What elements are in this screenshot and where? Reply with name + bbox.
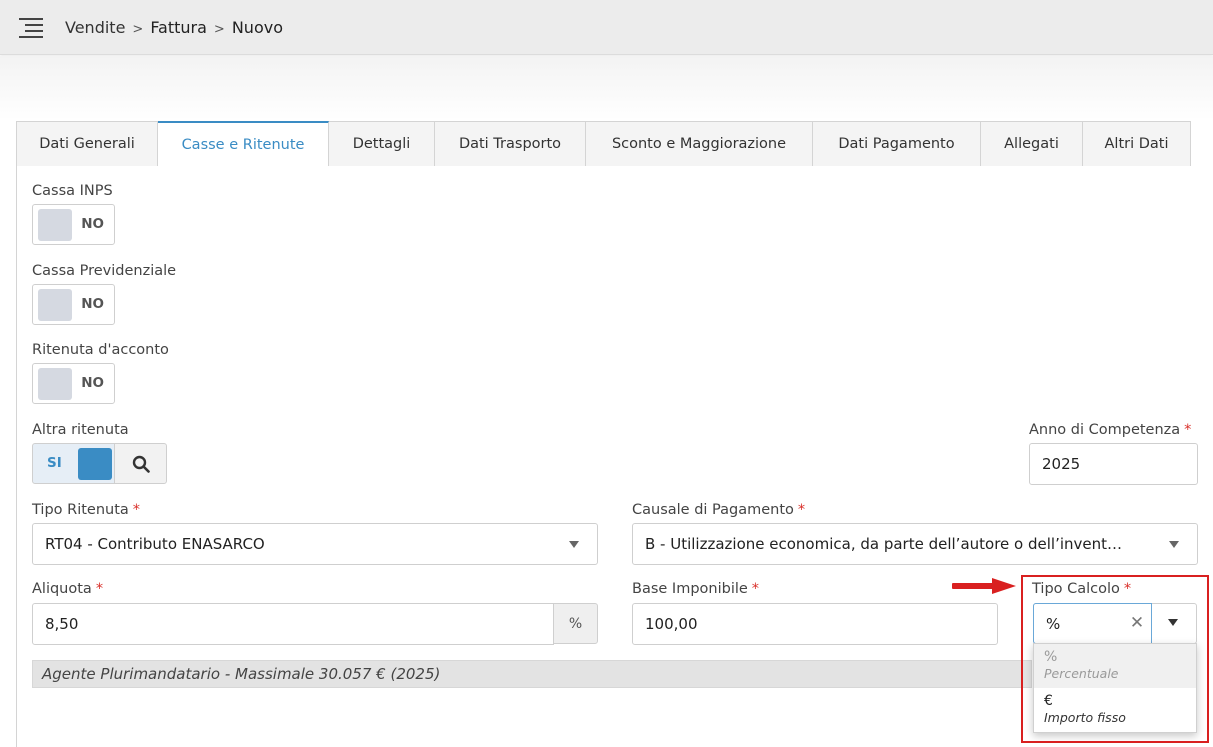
ritenuta-acconto-toggle[interactable]: NO: [32, 363, 115, 404]
toggle-knob: [78, 448, 112, 480]
aliquota-input[interactable]: 8,50: [32, 603, 554, 645]
highlight-box-annotation: [1021, 575, 1209, 743]
tab-dati-generali[interactable]: Dati Generali: [16, 121, 158, 167]
tab-casse-e-ritenute[interactable]: Casse e Ritenute: [158, 121, 329, 167]
required-marker: *: [751, 581, 760, 597]
causale-pagamento-select[interactable]: B - Utilizzazione economica, da parte de…: [632, 523, 1198, 565]
required-marker: *: [1184, 422, 1192, 438]
required-marker: *: [797, 502, 806, 518]
breadcrumb: Vendite > Fattura > Nuovo: [65, 18, 283, 37]
toggle-state: NO: [81, 216, 104, 232]
hamburger-menu-icon[interactable]: [17, 17, 43, 39]
altra-ritenuta-label: Altra ritenuta: [32, 422, 129, 438]
altra-ritenuta-search-button[interactable]: [114, 443, 167, 484]
percent-addon: %: [553, 603, 598, 644]
tipo-ritenuta-label-text: Tipo Ritenuta: [32, 502, 129, 518]
tab-dati-pagamento[interactable]: Dati Pagamento: [813, 121, 981, 167]
toggle-knob: [38, 209, 72, 241]
base-imponibile-label: Base Imponibile *: [632, 581, 759, 597]
tipo-ritenuta-select[interactable]: RT04 - Contributo ENASARCO: [32, 523, 598, 565]
toggle-knob: [38, 368, 72, 400]
tipo-ritenuta-label: Tipo Ritenuta *: [32, 502, 140, 518]
cassa-previdenziale-label: Cassa Previdenziale: [32, 263, 177, 279]
top-bar: Vendite > Fattura > Nuovo: [0, 0, 1213, 55]
tab-sconto-e-maggiorazione[interactable]: Sconto e Maggiorazione: [586, 121, 813, 167]
anno-competenza-input[interactable]: 2025: [1029, 443, 1198, 485]
toggle-state: NO: [81, 375, 104, 391]
toggle-state: SI: [47, 455, 62, 471]
tab-dati-trasporto[interactable]: Dati Trasporto: [435, 121, 586, 167]
chevron-down-icon: [569, 541, 579, 548]
base-imponibile-input[interactable]: 100,00: [632, 603, 998, 645]
aliquota-label: Aliquota *: [32, 581, 103, 597]
required-marker: *: [95, 581, 104, 597]
red-arrow-annotation: [952, 578, 1016, 594]
cassa-inps-toggle[interactable]: NO: [32, 204, 115, 245]
tab-dettagli[interactable]: Dettagli: [329, 121, 435, 167]
header-band: [0, 56, 1213, 120]
aliquota-label-text: Aliquota: [32, 581, 92, 597]
tipo-ritenuta-value: RT04 - Contributo ENASARCO: [45, 535, 265, 553]
base-imponibile-label-text: Base Imponibile: [632, 581, 748, 597]
tab-allegati[interactable]: Allegati: [981, 121, 1083, 167]
causale-pagamento-value: B - Utilizzazione economica, da parte de…: [645, 535, 1123, 553]
altra-ritenuta-toggle[interactable]: SI: [32, 443, 115, 484]
toggle-knob: [38, 289, 72, 321]
tab-bar: Dati Generali Casse e Ritenute Dettagli …: [16, 121, 1191, 167]
cassa-inps-label: Cassa INPS: [32, 183, 113, 199]
causale-pagamento-label-text: Causale di Pagamento: [632, 502, 794, 518]
chevron-down-icon: [1169, 541, 1179, 548]
chevron-right-icon: >: [132, 22, 144, 37]
breadcrumb-vendite[interactable]: Vendite: [65, 18, 125, 37]
anno-competenza-label-text: Anno di Competenza: [1029, 422, 1181, 438]
causale-pagamento-label: Causale di Pagamento *: [632, 502, 805, 518]
chevron-right-icon: >: [213, 22, 225, 37]
required-marker: *: [132, 502, 141, 518]
breadcrumb-nuovo: Nuovo: [231, 18, 283, 37]
massimale-info-bar: Agente Plurimandatario - Massimale 30.05…: [32, 660, 1032, 688]
search-icon: [132, 455, 150, 473]
toggle-state: NO: [81, 296, 104, 312]
ritenuta-acconto-label: Ritenuta d'acconto: [32, 342, 169, 358]
breadcrumb-fattura[interactable]: Fattura: [150, 18, 207, 37]
tab-altri-dati[interactable]: Altri Dati: [1083, 121, 1191, 167]
anno-competenza-label: Anno di Competenza *: [1029, 422, 1191, 438]
cassa-previdenziale-toggle[interactable]: NO: [32, 284, 115, 325]
